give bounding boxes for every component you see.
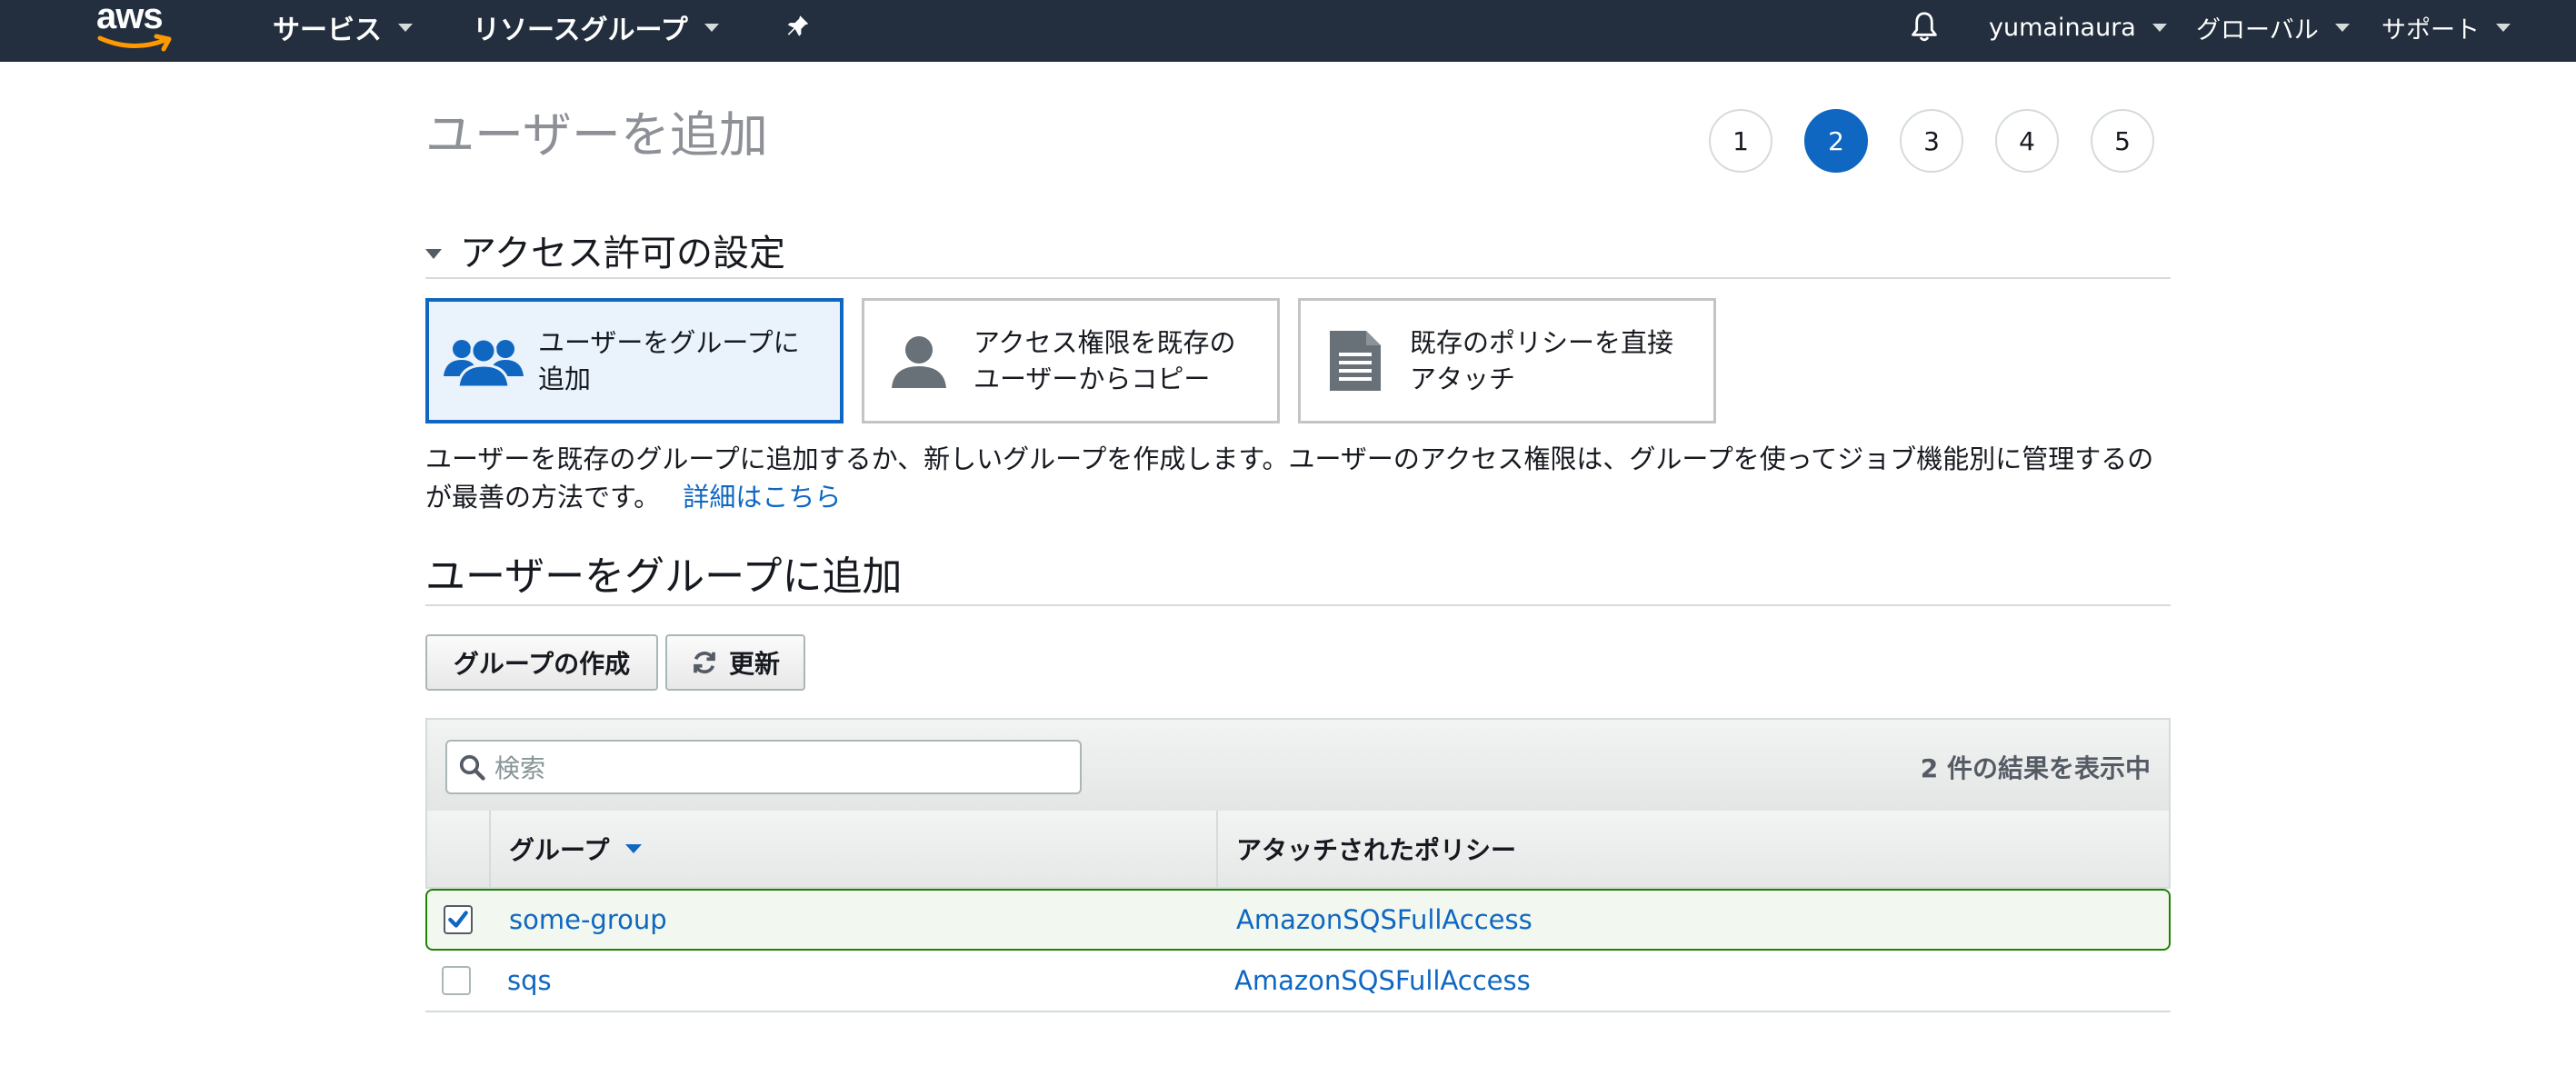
search-icon [459,754,485,781]
column-divider [489,811,491,887]
group-icon [429,302,538,420]
option-copy-permissions-label: アクセス権限を既存のユーザーからコピー [973,327,1236,394]
services-menu[interactable]: サービス [273,0,413,55]
row-checkbox-checked[interactable] [444,905,473,934]
column-divider [1216,811,1218,887]
option-copy-permissions[interactable]: アクセス権限を既存のユーザーからコピー [862,298,1280,423]
table-row[interactable]: some-group AmazonSQSFullAccess [425,889,2171,951]
search-input[interactable]: 検索 [445,740,1082,794]
account-menu[interactable]: yumainaura [1989,0,2167,55]
permissions-description: ユーザーを既存のグループに追加するか、新しいグループを作成します。ユーザーのアク… [425,440,2171,516]
group-name-link[interactable]: some-group [509,891,667,949]
account-name: yumainaura [1989,13,2136,42]
column-header-policy[interactable]: アタッチされたポリシー [1236,811,1516,887]
groups-section-title: ユーザーをグループに追加 [425,553,903,600]
top-navigation-bar: aws サービス リソースグループ yumainaura グローバル サポート [0,0,2576,62]
groups-table: 検索 2 件の結果を表示中 グループ アタッチされたポリシー some-grou… [425,718,2171,1014]
page-title: ユーザーを追加 [425,106,768,164]
region-label: グローバル [2196,15,2319,45]
option-add-to-group[interactable]: ユーザーをグループに追加 [425,298,844,423]
chevron-down-icon [704,23,719,32]
refresh-icon [694,651,715,674]
option-attach-policies[interactable]: 既存のポリシーを直接アタッチ [1298,298,1716,423]
refresh-button[interactable]: 更新 [665,634,805,691]
step-2-active[interactable]: 2 [1804,109,1868,173]
search-placeholder: 検索 [494,753,546,783]
resource-groups-menu-label: リソースグループ [473,15,688,46]
table-row[interactable]: sqs AmazonSQSFullAccess [425,951,2171,1012]
step-3[interactable]: 3 [1900,109,1963,173]
region-menu[interactable]: グローバル [2196,0,2350,55]
bell-icon[interactable] [1909,0,1940,55]
sort-down-icon [625,844,643,853]
section-divider [425,604,2171,606]
column-header-group-label: グループ [509,835,610,865]
collapse-caret-icon [425,248,442,259]
step-1[interactable]: 1 [1709,109,1772,173]
policy-link[interactable]: AmazonSQSFullAccess [1234,951,1531,1011]
table-toolbar: 検索 2 件の結果を表示中 [425,718,2171,812]
refresh-button-label: 更新 [728,649,780,679]
chevron-down-icon [2152,23,2167,32]
support-menu[interactable]: サポート [2381,0,2511,55]
chevron-down-icon [2496,23,2511,32]
table-header: グループ アタッチされたポリシー [425,811,2171,889]
learn-more-link[interactable]: 詳細はこちら [683,482,841,513]
option-add-to-group-label: ユーザーをグループに追加 [538,327,800,394]
create-group-button[interactable]: グループの作成 [425,634,658,691]
column-header-group[interactable]: グループ [509,811,643,887]
step-4[interactable]: 4 [1995,109,2059,173]
aws-logo[interactable]: aws [95,0,178,53]
results-count: 2 件の結果を表示中 [1920,753,2151,783]
permissions-section-header[interactable]: アクセス許可の設定 [425,224,785,276]
aws-logo-text: aws [96,0,164,36]
section-divider [425,277,2171,279]
support-label: サポート [2381,15,2480,45]
row-checkbox[interactable] [442,966,471,995]
chevron-down-icon [398,23,413,32]
policy-link[interactable]: AmazonSQSFullAccess [1236,891,1533,949]
user-icon [864,301,973,421]
chevron-down-icon [2334,23,2350,32]
document-icon [1301,301,1410,421]
create-group-button-label: グループの作成 [453,649,631,679]
permissions-section-title: アクセス許可の設定 [460,233,785,274]
resource-groups-menu[interactable]: リソースグループ [473,0,719,55]
option-attach-policies-label: 既存のポリシーを直接アタッチ [1410,327,1674,394]
pin-icon[interactable] [784,0,811,55]
group-name-link[interactable]: sqs [507,951,552,1011]
services-menu-label: サービス [273,15,382,46]
aws-smile-icon [97,34,172,52]
step-5[interactable]: 5 [2091,109,2154,173]
checkmark-icon [448,911,468,928]
